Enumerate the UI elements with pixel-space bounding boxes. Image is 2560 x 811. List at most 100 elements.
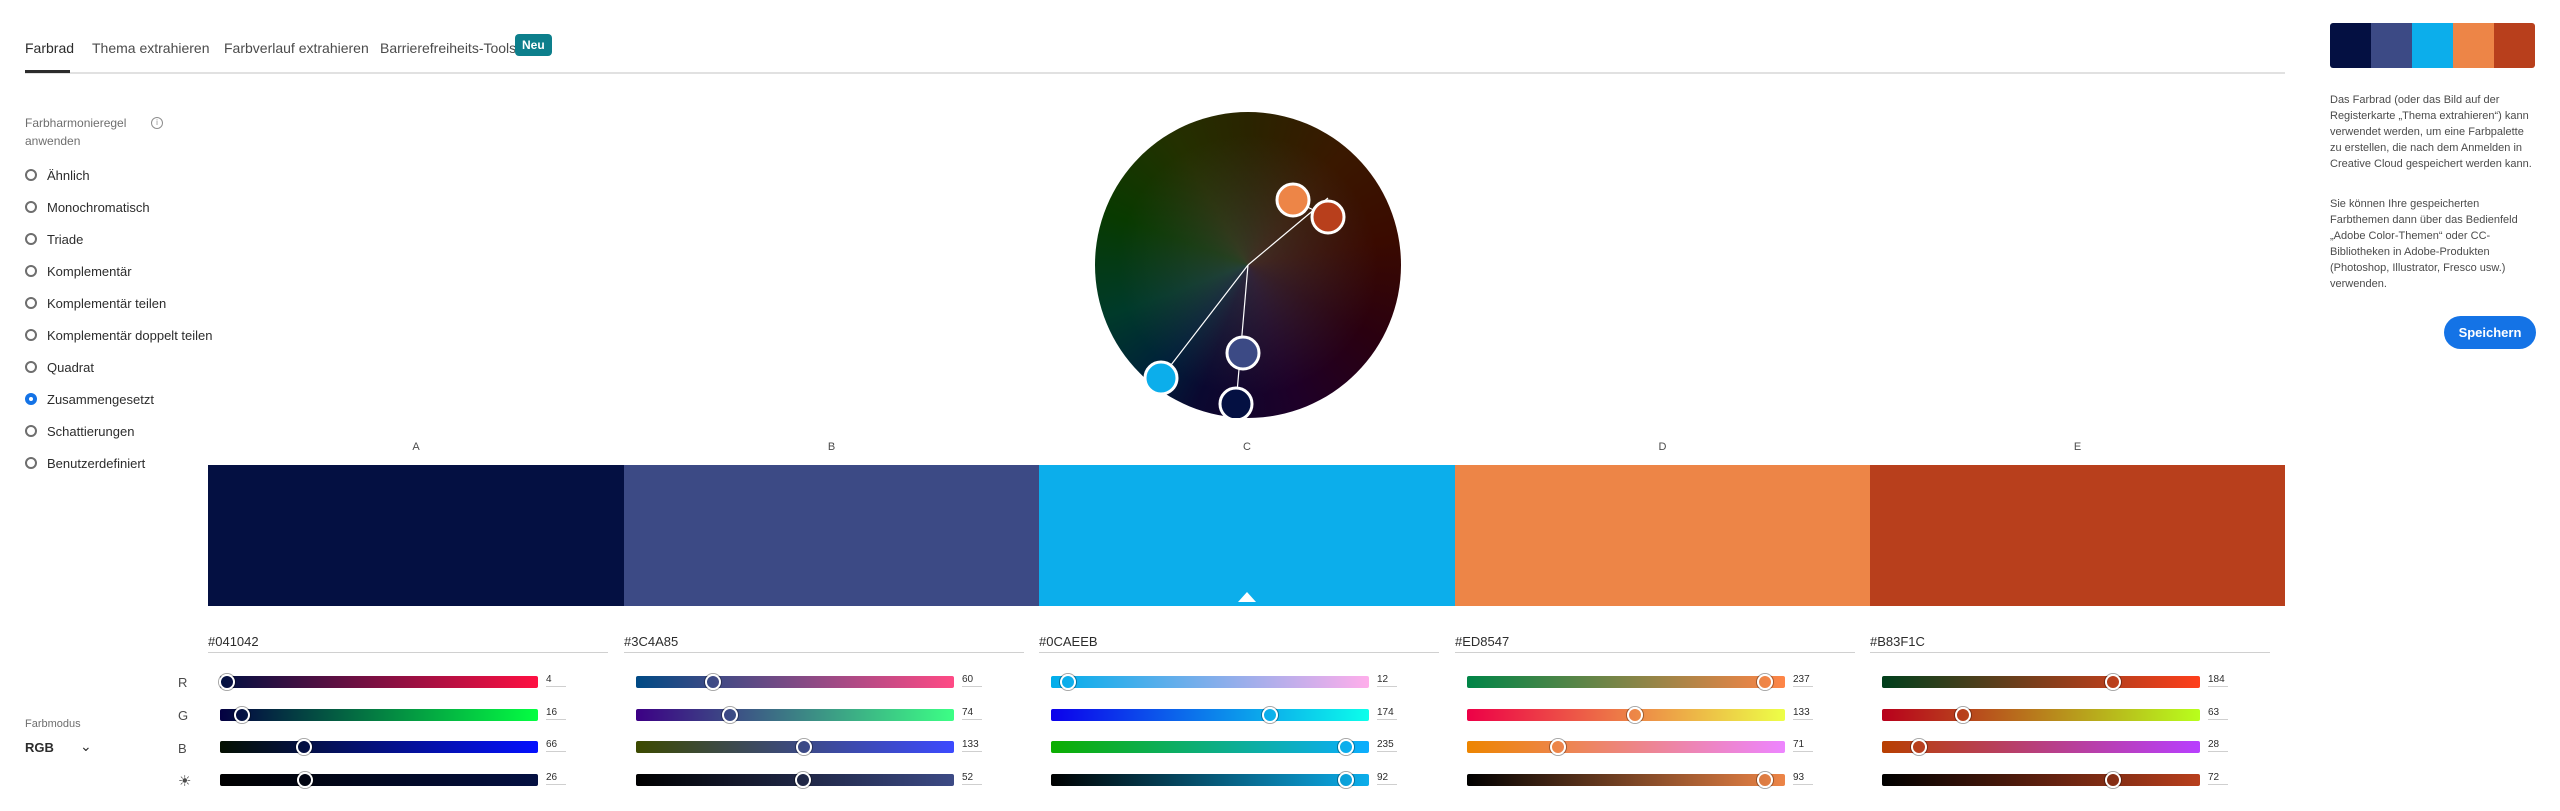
harmony-option[interactable]: Komplementär: [25, 261, 132, 281]
slider-blue[interactable]: [1467, 739, 1785, 755]
slider-red[interactable]: [1467, 674, 1785, 690]
slider-knob[interactable]: [296, 739, 313, 755]
slider-knob[interactable]: [233, 707, 250, 723]
slider-blue[interactable]: [220, 739, 538, 755]
slider-knob[interactable]: [1261, 707, 1278, 723]
slider-knob[interactable]: [1756, 674, 1773, 690]
value-field[interactable]: 93: [1793, 772, 1813, 785]
row-label-b: B: [178, 741, 187, 756]
hex-input[interactable]: #B83F1C: [1870, 634, 2270, 653]
harmony-option[interactable]: Benutzerdefiniert: [25, 453, 145, 473]
color-wheel[interactable]: [1095, 112, 1401, 418]
radio-button[interactable]: [25, 393, 37, 405]
value-field[interactable]: 52: [962, 772, 982, 785]
slider-green[interactable]: [1467, 707, 1785, 723]
harmony-option[interactable]: Komplementär doppelt teilen: [25, 325, 213, 345]
slider-brightness[interactable]: [636, 772, 954, 788]
value-field[interactable]: 12: [1377, 674, 1397, 687]
slider-knob[interactable]: [704, 674, 721, 690]
slider-knob[interactable]: [1059, 674, 1076, 690]
value-field[interactable]: 92: [1377, 772, 1397, 785]
slider-green[interactable]: [220, 707, 538, 723]
color-mode-select[interactable]: RGB: [25, 740, 54, 755]
tab-extract-theme[interactable]: Thema extrahieren: [92, 40, 210, 56]
harmony-option[interactable]: Quadrat: [25, 357, 94, 377]
radio-button[interactable]: [25, 425, 37, 437]
slider-knob[interactable]: [2105, 674, 2122, 690]
color-swatch[interactable]: [1039, 465, 1455, 606]
color-swatch[interactable]: [624, 465, 1039, 606]
harmony-option[interactable]: Ähnlich: [25, 165, 90, 185]
radio-button[interactable]: [25, 265, 37, 277]
value-field[interactable]: 235: [1377, 739, 1397, 752]
slider-knob[interactable]: [1910, 739, 1927, 755]
value-field[interactable]: 66: [546, 739, 566, 752]
harmony-option[interactable]: Zusammengesetzt: [25, 389, 154, 409]
value-field[interactable]: 16: [546, 707, 566, 720]
slider-red[interactable]: [218, 674, 538, 690]
slider-knob[interactable]: [795, 772, 812, 788]
slider-knob[interactable]: [1337, 772, 1354, 788]
slider-knob[interactable]: [795, 739, 812, 755]
slider-knob[interactable]: [1954, 707, 1971, 723]
slider-brightness[interactable]: [1467, 772, 1785, 788]
slider-red[interactable]: [636, 674, 954, 690]
slider-red[interactable]: [1882, 674, 2200, 690]
harmony-option[interactable]: Komplementär teilen: [25, 293, 166, 313]
slider-knob[interactable]: [1626, 707, 1643, 723]
slider-knob[interactable]: [296, 772, 313, 788]
harmony-option[interactable]: Monochromatisch: [25, 197, 150, 217]
slider-knob[interactable]: [722, 707, 739, 723]
value-field[interactable]: 60: [962, 674, 982, 687]
harmony-option[interactable]: Schattierungen: [25, 421, 134, 441]
slider-red[interactable]: [1051, 674, 1369, 690]
color-swatch[interactable]: [208, 465, 624, 606]
radio-button[interactable]: [25, 457, 37, 469]
value-field[interactable]: 74: [962, 707, 982, 720]
save-button[interactable]: Speichern: [2444, 316, 2536, 349]
tab-extract-gradient[interactable]: Farbverlauf extrahieren: [224, 40, 369, 56]
value-field[interactable]: 28: [2208, 739, 2228, 752]
value-field[interactable]: 72: [2208, 772, 2228, 785]
radio-button[interactable]: [25, 169, 37, 181]
slider-knob[interactable]: [2104, 772, 2121, 788]
hex-input[interactable]: #041042: [208, 634, 608, 653]
radio-button[interactable]: [25, 297, 37, 309]
color-swatch[interactable]: [1870, 465, 2285, 606]
slider-brightness[interactable]: [1882, 772, 2200, 788]
value-field[interactable]: 133: [962, 739, 982, 752]
value-field[interactable]: 63: [2208, 707, 2228, 720]
radio-button[interactable]: [25, 329, 37, 341]
slider-knob[interactable]: [218, 674, 235, 690]
value-field[interactable]: 4: [546, 674, 566, 687]
tab-color-wheel[interactable]: Farbrad: [25, 40, 74, 56]
value-field[interactable]: 71: [1793, 739, 1813, 752]
slider-blue[interactable]: [636, 739, 954, 755]
slider-knob[interactable]: [1338, 739, 1355, 755]
radio-button[interactable]: [25, 361, 37, 373]
harmony-option[interactable]: Triade: [25, 229, 83, 249]
hex-input[interactable]: #3C4A85: [624, 634, 1024, 653]
value-field[interactable]: 174: [1377, 707, 1397, 720]
radio-button[interactable]: [25, 201, 37, 213]
slider-blue[interactable]: [1882, 739, 2200, 755]
slider-knob[interactable]: [1756, 772, 1773, 788]
value-field[interactable]: 26: [546, 772, 566, 785]
hex-input[interactable]: #ED8547: [1455, 634, 1855, 653]
slider-green[interactable]: [1051, 707, 1369, 723]
slider-brightness[interactable]: [1051, 772, 1369, 788]
color-swatch[interactable]: [1455, 465, 1870, 606]
value-field[interactable]: 184: [2208, 674, 2228, 687]
slider-knob[interactable]: [1549, 739, 1566, 755]
slider-green[interactable]: [636, 707, 954, 723]
chevron-down-icon[interactable]: ⌄: [80, 738, 92, 755]
tab-accessibility-tools[interactable]: Barrierefreiheits-Tools: [380, 40, 516, 56]
slider-blue[interactable]: [1051, 739, 1369, 755]
slider-green[interactable]: [1882, 707, 2200, 723]
hex-input[interactable]: #0CAEEB: [1039, 634, 1439, 653]
slider-brightness[interactable]: [220, 772, 538, 788]
value-field[interactable]: 133: [1793, 707, 1813, 720]
value-field[interactable]: 237: [1793, 674, 1813, 687]
radio-button[interactable]: [25, 233, 37, 245]
info-icon[interactable]: i: [151, 117, 163, 129]
